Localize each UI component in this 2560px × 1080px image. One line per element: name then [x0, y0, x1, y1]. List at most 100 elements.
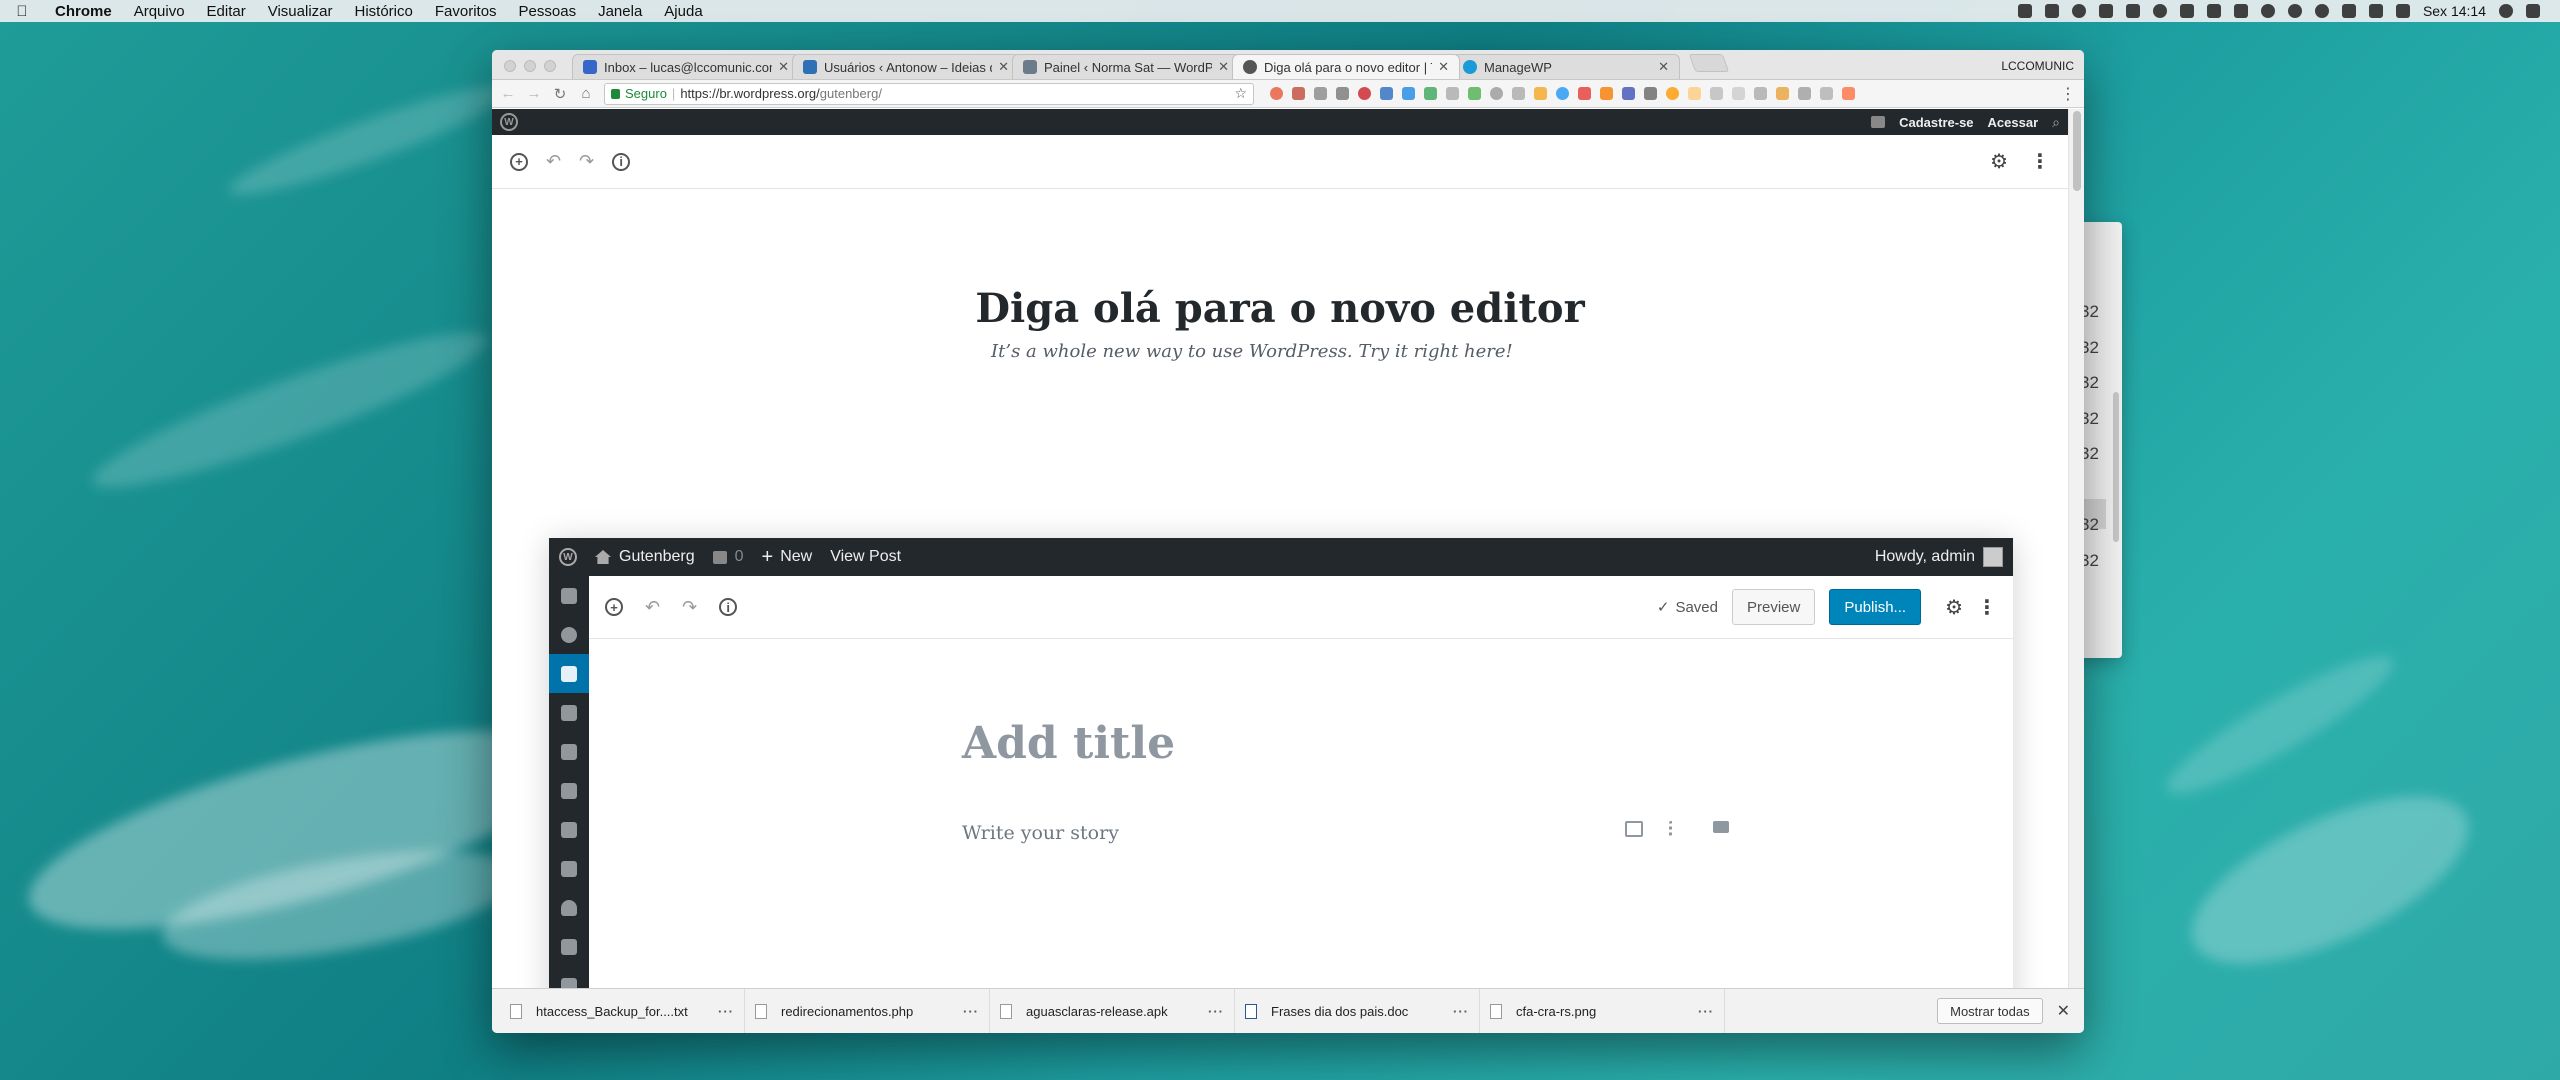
tab-managewp[interactable]: ManageWP ✕ [1452, 54, 1680, 79]
settings-gear-icon[interactable]: ⚙ [1990, 149, 2008, 174]
browser-menu-icon[interactable]: ⋮ [2060, 84, 2076, 104]
download-options-icon[interactable]: ··· [1698, 1004, 1714, 1019]
extension-icon[interactable] [1776, 87, 1789, 100]
eject-icon[interactable] [2341, 4, 2356, 18]
extension-icon[interactable] [1380, 87, 1393, 100]
extension-icon[interactable] [1688, 87, 1701, 100]
menubar-app-icon[interactable] [2260, 4, 2275, 18]
extension-icon[interactable] [1710, 87, 1723, 100]
menu-favoritos[interactable]: Favoritos [424, 3, 508, 20]
apple-menu-icon[interactable]:  [0, 3, 44, 20]
forward-icon[interactable]: → [526, 85, 542, 102]
address-bar[interactable]: Seguro | https://br.wordpress.org/gutenb… [604, 82, 1254, 105]
extension-icon[interactable] [1270, 87, 1283, 100]
pinterest-icon[interactable] [1358, 87, 1371, 100]
menubar-app-icon[interactable] [2206, 4, 2221, 18]
menubar-app-icon[interactable] [2098, 4, 2113, 18]
view-post-link[interactable]: View Post [830, 548, 901, 566]
download-item[interactable]: htaccess_Backup_for....txt ··· [500, 988, 745, 1033]
image-block-icon[interactable] [1625, 821, 1643, 837]
sidebar-item-appearance[interactable] [549, 810, 589, 849]
account-menu[interactable]: Howdy, admin [1875, 547, 2003, 567]
download-item[interactable]: cfa-cra-rs.png ··· [1480, 988, 1725, 1033]
add-block-icon[interactable]: + [510, 152, 528, 171]
new-content-link[interactable]: + New [762, 546, 813, 569]
close-icon[interactable]: ✕ [2057, 1001, 2070, 1021]
extension-icon[interactable] [1314, 87, 1327, 100]
wordpress-logo-icon[interactable]: W [559, 548, 577, 566]
bg-scrollbar[interactable] [2113, 392, 2119, 542]
menu-ajuda[interactable]: Ajuda [653, 3, 713, 20]
extension-icon[interactable] [1424, 87, 1437, 100]
page-scrollbar[interactable] [2068, 109, 2084, 988]
sidebar-item-plugins[interactable] [549, 849, 589, 888]
extension-icon[interactable] [1512, 87, 1525, 100]
back-icon[interactable]: ← [500, 85, 516, 102]
extension-icon[interactable] [1446, 87, 1459, 100]
home-icon[interactable]: ⌂ [578, 85, 594, 102]
info-icon[interactable]: i [719, 598, 738, 616]
columns-block-icon[interactable] [1713, 821, 1729, 833]
extension-icon[interactable] [1644, 87, 1657, 100]
extension-icon[interactable] [1336, 87, 1349, 100]
download-item[interactable]: Frases dia dos pais.doc ··· [1235, 988, 1480, 1033]
comments-link[interactable]: 0 [712, 548, 744, 566]
reload-icon[interactable]: ↻ [552, 85, 568, 103]
sidebar-item-media[interactable] [549, 693, 589, 732]
wordpress-logo-icon[interactable]: W [500, 113, 518, 131]
login-link[interactable]: Acessar [1988, 115, 2039, 130]
sidebar-item-settings[interactable] [549, 966, 589, 988]
more-options-icon[interactable]: ⋮ [1977, 595, 1997, 620]
sidebar-item-comments[interactable] [549, 771, 589, 810]
volume-icon[interactable] [2368, 4, 2383, 18]
extension-icon[interactable] [1578, 87, 1591, 100]
tab-painel[interactable]: Painel ‹ Norma Sat — WordPre ✕ [1012, 54, 1240, 79]
close-tab-icon[interactable]: ✕ [1658, 59, 1669, 75]
tab-gutenberg[interactable]: Diga olá para o novo editor | T ✕ [1232, 54, 1460, 79]
extension-icon[interactable] [1292, 87, 1305, 100]
close-window-button[interactable] [504, 60, 516, 72]
clock-icon[interactable] [2152, 4, 2167, 18]
menu-visualizar[interactable]: Visualizar [257, 3, 344, 20]
download-options-icon[interactable]: ··· [1208, 1004, 1224, 1019]
menubar-clock[interactable]: Sex 14:14 [2423, 3, 2486, 19]
download-options-icon[interactable]: ··· [718, 1004, 734, 1019]
menu-historico[interactable]: Histórico [344, 3, 424, 20]
show-all-button[interactable]: Mostrar todas [1937, 998, 2043, 1024]
profile-name[interactable]: LCCOMUNIC [2001, 59, 2074, 73]
sidebar-item-tools[interactable] [549, 927, 589, 966]
menu-app-name[interactable]: Chrome [44, 3, 123, 20]
close-tab-icon[interactable]: ✕ [998, 59, 1009, 75]
download-options-icon[interactable]: ··· [963, 1004, 979, 1019]
wifi-icon[interactable] [2314, 4, 2329, 18]
download-item[interactable]: aguasclaras-release.apk ··· [990, 988, 1235, 1033]
tab-inbox[interactable]: Inbox – lucas@lccomunic.com ✕ [572, 54, 800, 79]
scrollbar-thumb[interactable] [2073, 111, 2081, 191]
notification-center-icon[interactable] [2526, 4, 2540, 18]
info-icon[interactable]: i [612, 152, 631, 171]
settings-gear-icon[interactable]: ⚙ [1945, 595, 1963, 620]
sidebar-item-users[interactable] [549, 888, 589, 927]
extension-icon[interactable] [1556, 87, 1569, 100]
sidebar-item-posts[interactable] [549, 654, 589, 693]
comment-icon[interactable] [1871, 116, 1886, 128]
close-tab-icon[interactable]: ✕ [1218, 59, 1229, 75]
sidebar-item-dashboard[interactable] [549, 576, 589, 615]
menubar-app-icon[interactable] [2287, 4, 2302, 18]
extension-icon[interactable] [1402, 87, 1415, 100]
sidebar-item-pages[interactable] [549, 732, 589, 771]
menubar-app-icon[interactable] [2233, 4, 2248, 18]
extension-icon[interactable] [1600, 87, 1613, 100]
new-tab-button[interactable] [1688, 54, 1730, 72]
menubar-app-icon[interactable] [2179, 4, 2194, 18]
tab-usuarios[interactable]: Usuários ‹ Antonow – Ideias q ✕ [792, 54, 1020, 79]
flag-icon[interactable] [2395, 4, 2410, 18]
post-title-input[interactable]: Add title [962, 718, 1175, 769]
menu-editar[interactable]: Editar [196, 3, 257, 20]
menu-janela[interactable]: Janela [587, 3, 653, 20]
close-tab-icon[interactable]: ✕ [778, 59, 789, 75]
menu-pessoas[interactable]: Pessoas [508, 3, 588, 20]
menu-arquivo[interactable]: Arquivo [123, 3, 196, 20]
undo-icon[interactable]: ↶ [546, 151, 561, 172]
extension-icon[interactable] [1842, 87, 1855, 100]
